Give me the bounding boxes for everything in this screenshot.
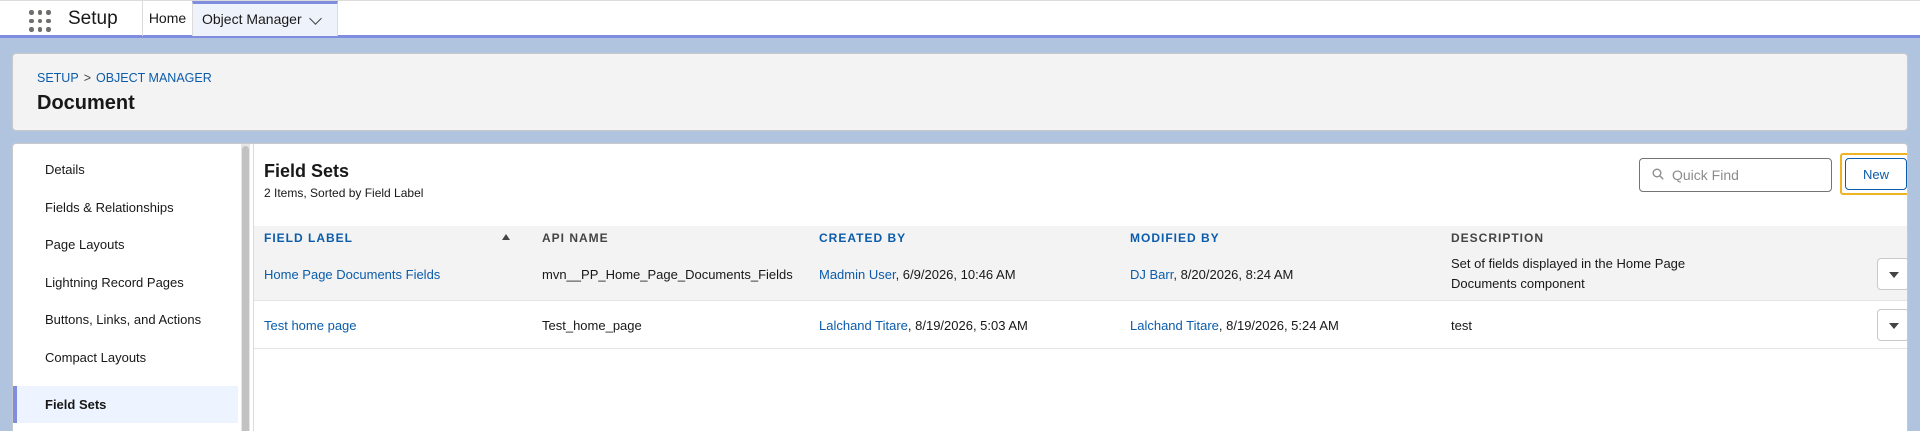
content-card: Details Fields & Relationships Page Layo… [12,143,1908,431]
quick-find-box[interactable] [1639,158,1832,192]
modified-by-cell: Lalchand Titare, 8/19/2026, 5:24 AM [1130,318,1339,333]
column-header-created-by[interactable]: CREATED BY [819,231,906,245]
column-header-api-name: API NAME [542,231,609,245]
table-row: Home Page Documents Fields mvn__PP_Home_… [254,248,1907,301]
column-header-description: DESCRIPTION [1451,231,1545,245]
page-header: SETUP > OBJECT MANAGER Document [12,53,1908,131]
chevron-down-icon [1889,323,1899,329]
created-by-user-link[interactable]: Lalchand Titare [819,318,908,333]
table-header: FIELD LABEL API NAME CREATED BY MODIFIED… [254,226,1907,248]
modified-by-cell: DJ Barr, 8/20/2026, 8:24 AM [1130,267,1293,282]
app-launcher-icon[interactable] [29,10,51,32]
breadcrumb-separator: > [83,71,91,85]
section-subtitle: 2 Items, Sorted by Field Label [264,186,424,200]
section-title: Field Sets [264,161,350,181]
sidebar-item-fields-relationships[interactable]: Fields & Relationships [13,189,238,226]
tab-object-manager[interactable]: Object Manager [192,1,338,36]
search-icon [1652,168,1664,180]
created-by-cell: Madmin User, 6/9/2026, 10:46 AM [819,267,1016,282]
created-by-date: , 8/19/2026, 5:03 AM [907,318,1028,333]
column-header-field-label[interactable]: FIELD LABEL [264,231,353,245]
field-label-link[interactable]: Test home page [264,318,357,333]
api-name-cell: mvn__PP_Home_Page_Documents_Fields [542,267,793,282]
row-actions-button[interactable] [1877,258,1907,290]
table-row: Test home page Test_home_page Lalchand T… [254,301,1907,349]
modified-by-date: , 8/19/2026, 5:24 AM [1218,318,1339,333]
created-by-user-link[interactable]: Madmin User [819,267,896,282]
description-cell: test [1451,318,1472,333]
sidebar-item-details[interactable]: Details [13,151,238,188]
row-actions-button[interactable] [1877,309,1907,341]
api-name-cell: Test_home_page [542,318,642,333]
page-title: Document [37,92,135,114]
sidebar-scroll-thumb[interactable] [242,146,249,431]
object-sidebar: Details Fields & Relationships Page Layo… [13,144,238,431]
field-label-link[interactable]: Home Page Documents Fields [264,267,440,282]
modified-by-user-link[interactable]: DJ Barr [1130,267,1173,282]
modified-by-date: , 8/20/2026, 8:24 AM [1173,267,1294,282]
chevron-down-icon [1889,272,1899,278]
new-button-focus-ring: New [1840,153,1907,195]
breadcrumb: SETUP > OBJECT MANAGER [37,71,212,85]
column-header-modified-by[interactable]: MODIFIED BY [1130,231,1220,245]
global-nav: Setup Home Object Manager [0,0,1920,38]
new-button[interactable]: New [1845,158,1907,190]
quick-find-input[interactable] [1672,165,1822,185]
sort-ascending-icon[interactable] [502,234,510,240]
tab-object-manager-label: Object Manager [202,11,302,27]
sidebar-item-lightning-record-pages[interactable]: Lightning Record Pages [13,264,238,301]
tab-home[interactable]: Home [142,1,192,36]
modified-by-user-link[interactable]: Lalchand Titare [1130,318,1219,333]
description-cell: Set of fields displayed in the Home Page… [1451,256,1686,291]
chevron-down-icon[interactable] [309,12,322,25]
app-name: Setup [68,8,118,29]
field-sets-panel: Field Sets 2 Items, Sorted by Field Labe… [253,144,1907,431]
breadcrumb-setup[interactable]: SETUP [37,71,79,85]
sidebar-item-page-layouts[interactable]: Page Layouts [13,226,238,263]
created-by-date: , 6/9/2026, 10:46 AM [895,267,1016,282]
breadcrumb-object-manager[interactable]: OBJECT MANAGER [96,71,212,85]
sidebar-item-compact-layouts[interactable]: Compact Layouts [13,339,238,376]
created-by-cell: Lalchand Titare, 8/19/2026, 5:03 AM [819,318,1028,333]
sidebar-item-buttons-links-actions[interactable]: Buttons, Links, and Actions [13,301,238,338]
sidebar-item-field-sets[interactable]: Field Sets [13,386,238,423]
